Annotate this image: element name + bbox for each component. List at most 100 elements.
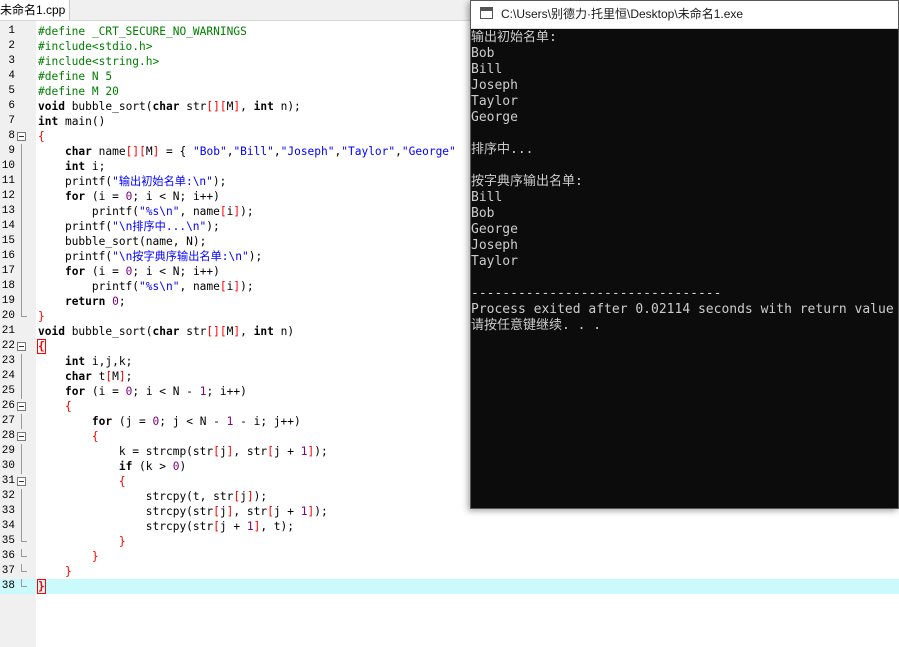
fold-guide-line — [21, 414, 22, 429]
code-text: char t[M]; — [38, 369, 132, 384]
code-token: bubble_sort(name, N); — [38, 235, 207, 248]
code-text: printf("%s\n", name[i]); — [38, 279, 254, 294]
fold-guide-line — [21, 444, 22, 459]
fold-guide-line — [21, 189, 22, 204]
code-text: } — [38, 564, 72, 579]
code-token: = { — [159, 145, 193, 158]
code-token: } — [37, 579, 46, 594]
line-number: 22 — [1, 340, 15, 352]
code-token: { — [38, 130, 45, 143]
code-token: [][ — [125, 145, 146, 158]
console-line: Process exited after 0.02114 seconds wit… — [471, 302, 898, 317]
line-number: 28 — [1, 430, 15, 442]
code-token: 1 — [300, 505, 308, 518]
code-text: { — [38, 129, 45, 144]
code-token: if — [118, 460, 133, 473]
code-token: for — [64, 190, 86, 203]
code-token: j — [219, 505, 227, 518]
code-token: [ — [213, 520, 220, 533]
code-token: void — [38, 325, 65, 338]
code-text: } — [38, 534, 126, 549]
console-line: Bob — [471, 46, 495, 61]
code-text: strcpy(t, str[j]); — [38, 489, 267, 504]
code-token: ; i++) — [206, 385, 247, 398]
code-token: [ — [267, 445, 274, 458]
fold-guide-line — [21, 279, 22, 294]
code-token: ); — [314, 445, 328, 458]
fold-guide-line — [21, 204, 22, 219]
fold-guide-line — [21, 504, 22, 519]
line-number: 8 — [8, 130, 15, 142]
code-token: strcpy(str — [38, 505, 214, 518]
fold-collapse-icon[interactable] — [17, 342, 26, 351]
code-token: ; i < N - — [132, 385, 200, 398]
fold-collapse-icon[interactable] — [17, 132, 26, 141]
code-token: int — [253, 325, 274, 338]
code-line[interactable]: 34 strcpy(str[j + 1], t); — [0, 519, 899, 534]
line-number: 17 — [1, 265, 15, 277]
console-window[interactable]: C:\Users\别德力·托里恒\Desktop\未命名1.exe 输出初始名单… — [470, 0, 899, 509]
code-token: { — [91, 430, 99, 443]
code-text: return 0; — [38, 294, 126, 309]
fold-guide-line — [21, 294, 22, 309]
code-token: n) — [273, 325, 295, 338]
fold-guide-line — [21, 159, 22, 174]
code-token: char — [64, 370, 92, 383]
code-token: for — [64, 265, 86, 278]
fold-guide-line — [21, 369, 22, 384]
code-token: k = strcmp(str — [38, 445, 214, 458]
fold-collapse-icon[interactable] — [17, 477, 26, 486]
code-token: "Bob" — [193, 145, 227, 158]
code-text: if (k > 0) — [38, 459, 186, 474]
code-token: , — [273, 145, 281, 158]
code-token: ); — [314, 505, 328, 518]
code-line[interactable]: 35 } — [0, 534, 899, 549]
fold-collapse-icon[interactable] — [17, 432, 26, 441]
code-token: for — [64, 385, 86, 398]
code-text: int i; — [38, 159, 105, 174]
code-line[interactable]: 37 } — [0, 564, 899, 579]
line-number: 4 — [8, 70, 15, 82]
code-text: k = strcmp(str[j], str[j + 1]); — [38, 444, 328, 459]
console-line: George — [471, 110, 518, 125]
code-token: ); — [248, 250, 263, 263]
console-title-bar[interactable]: C:\Users\别德力·托里恒\Desktop\未命名1.exe — [471, 1, 898, 29]
code-token: #include<stdio.h> — [38, 40, 153, 53]
code-token: [ — [213, 445, 220, 458]
code-line[interactable]: 38} — [0, 579, 899, 594]
line-number: 23 — [1, 355, 15, 367]
code-text: strcpy(str[j], str[j + 1]); — [38, 504, 328, 519]
code-line[interactable]: 36 } — [0, 549, 899, 564]
code-token: j — [240, 490, 247, 503]
fold-collapse-icon[interactable] — [17, 402, 26, 411]
code-token: [ — [219, 205, 227, 218]
code-token: #define _CRT_SECURE_NO_WARNINGS — [38, 25, 247, 38]
line-number: 18 — [1, 280, 15, 292]
code-token: "\n按字典序输出名单:\n" — [112, 250, 249, 263]
code-text: for (i = 0; i < N; i++) — [38, 189, 220, 204]
code-token: "%s\n" — [139, 280, 180, 293]
line-number: 10 — [1, 160, 15, 172]
fold-end-marker — [21, 549, 27, 557]
code-token: , — [240, 100, 254, 113]
code-token: M — [112, 370, 119, 383]
line-number: 16 — [1, 250, 15, 262]
code-token: ) — [179, 460, 187, 473]
fold-guide-line — [21, 489, 22, 504]
line-number: 36 — [1, 550, 15, 562]
code-token: 1 — [300, 445, 308, 458]
code-token: str — [179, 100, 207, 113]
code-token: #define M 20 — [38, 85, 119, 98]
file-tab[interactable]: 未命名1.cpp — [0, 0, 71, 20]
code-token: , str — [233, 505, 268, 518]
code-token: "输出初始名单:\n" — [112, 175, 213, 188]
code-token: for — [91, 415, 113, 428]
code-token: ); — [240, 280, 254, 293]
code-token: printf( — [38, 175, 113, 188]
console-line: Bill — [471, 62, 503, 77]
code-token: j + — [273, 445, 301, 458]
